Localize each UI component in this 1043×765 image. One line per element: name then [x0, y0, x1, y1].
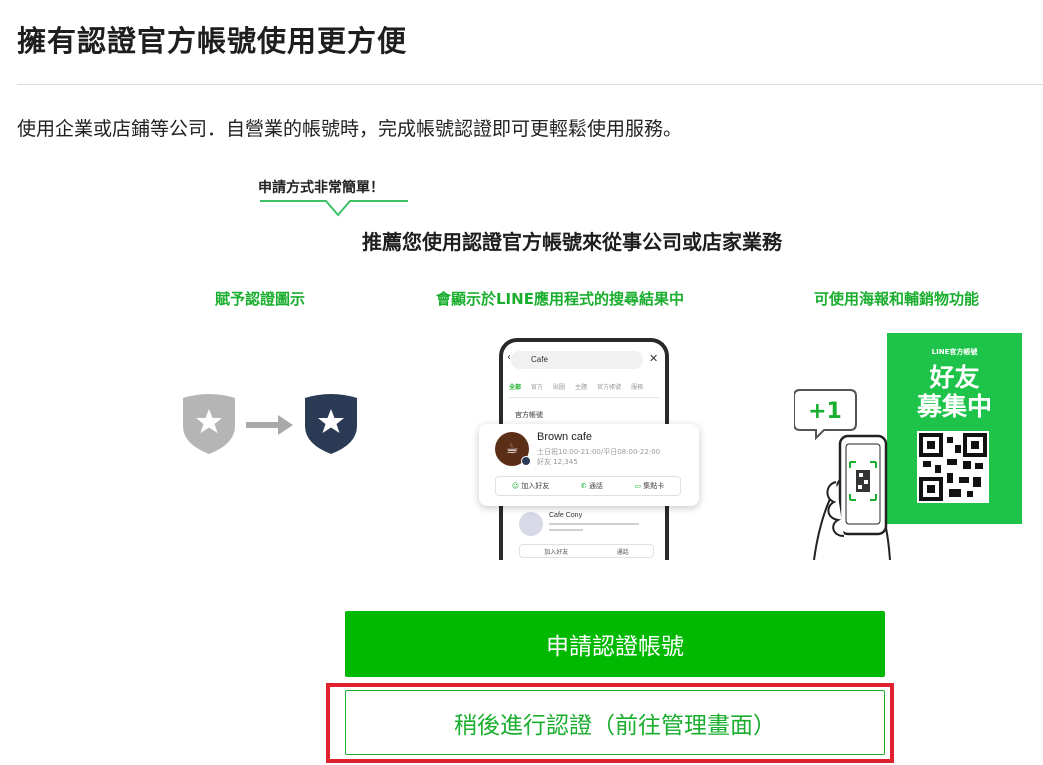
phone-section-label: 官方帳號 — [515, 411, 543, 419]
person-icon: ☺ — [511, 482, 520, 490]
illustration-headline: 推薦您使用認證官方帳號來從事公司或店家業務 — [362, 230, 782, 254]
verified-shield-icon — [305, 394, 357, 454]
poster-brand-text: LINE官方帳號 — [931, 348, 978, 356]
card-meta: 土日祝10:00-21:00/平日08:00-22:00 好友 12,345 — [537, 447, 660, 467]
hand-holding-phone-icon — [813, 434, 891, 561]
title-divider — [17, 84, 1043, 85]
card-action-add-friend: ☺ 加入好友 — [512, 481, 550, 491]
card-action-points: ▭ 集點卡 — [634, 481, 664, 491]
phone-tab: 官方 — [531, 384, 544, 391]
phone-icon: ✆ — [580, 482, 587, 490]
speech-bubble-text: 申請方式非常簡單！ — [258, 180, 384, 196]
phone-result-name: Cafe Cony — [549, 512, 583, 519]
page-title: 擁有認證官方帳號使用更方便 — [17, 24, 408, 58]
poster-headline: 好友 募集中 — [887, 363, 1022, 421]
phone-tabs: 全部 官方 貼圖 主題 官方帳號 服務 — [509, 382, 659, 398]
feature-verified-badge: 賦予認證圖示 — [215, 290, 306, 308]
phone-tab: 官方帳號 — [597, 384, 622, 391]
phone-search-bar: Cafe — [511, 351, 643, 369]
feature-posters: 可使用海報和輔銷物功能 — [814, 290, 980, 308]
phone-tab: 貼圖 — [553, 384, 566, 391]
verification-page: 擁有認證官方帳號使用更方便 使用企業或店鋪等公司．自營業的帳號時，完成帳號認證即… — [0, 0, 1043, 765]
add-friend-label: 加入好友 — [544, 548, 569, 556]
phone-tab: 服務 — [631, 384, 644, 391]
arrow-right-icon — [246, 415, 293, 435]
call-label: 通話 — [616, 548, 629, 556]
close-icon: ✕ — [649, 352, 659, 365]
plus-one-text: +1 — [808, 399, 842, 424]
feature-search-results: 會顯示於LINE應用程式的搜尋結果中 — [436, 290, 684, 308]
phone-tab: 全部 — [509, 384, 522, 391]
card-friends: 好友 12,345 — [537, 458, 578, 466]
speech-bubble-tail — [260, 200, 408, 217]
verify-later-button[interactable]: 稍後進行認證（前往管理畫面） — [345, 690, 885, 755]
card-action-call: ✆ 通話 — [581, 481, 603, 491]
verified-badge-icon — [521, 456, 531, 466]
phone-tab: 主題 — [575, 384, 588, 391]
search-result-card: ☕ Brown cafe 土日祝10:00-21:00/平日08:00-22:0… — [479, 424, 699, 506]
card-action-label: 加入好友 — [521, 482, 550, 490]
grey-shield-icon — [183, 394, 235, 454]
poster-headline-line2: 募集中 — [916, 392, 992, 421]
card-account-name: Brown cafe — [537, 431, 593, 443]
card-action-label: 通話 — [588, 482, 603, 490]
card-action-label: 集點卡 — [643, 482, 665, 490]
poster-headline-line1: 好友 — [929, 363, 980, 392]
apply-verification-button[interactable]: 申請認證帳號 — [345, 611, 885, 677]
friend-poster: LINE官方帳號 好友 募集中 — [887, 333, 1022, 524]
cafe-avatar — [519, 512, 543, 536]
phone-result-actions: 加入好友 通話 — [519, 544, 654, 558]
phone-search-text: Cafe — [531, 355, 548, 364]
card-hours: 土日祝10:00-21:00/平日08:00-22:00 — [537, 448, 661, 456]
description-text: 使用企業或店鋪等公司．自營業的帳號時，完成帳號認證即可更輕鬆使用服務。 — [17, 118, 683, 140]
card-icon: ▭ — [634, 482, 641, 490]
card-actions: ☺ 加入好友 ✆ 通話 ▭ 集點卡 — [495, 476, 681, 496]
phone-result-details — [549, 523, 639, 531]
qr-code-icon — [917, 431, 989, 503]
